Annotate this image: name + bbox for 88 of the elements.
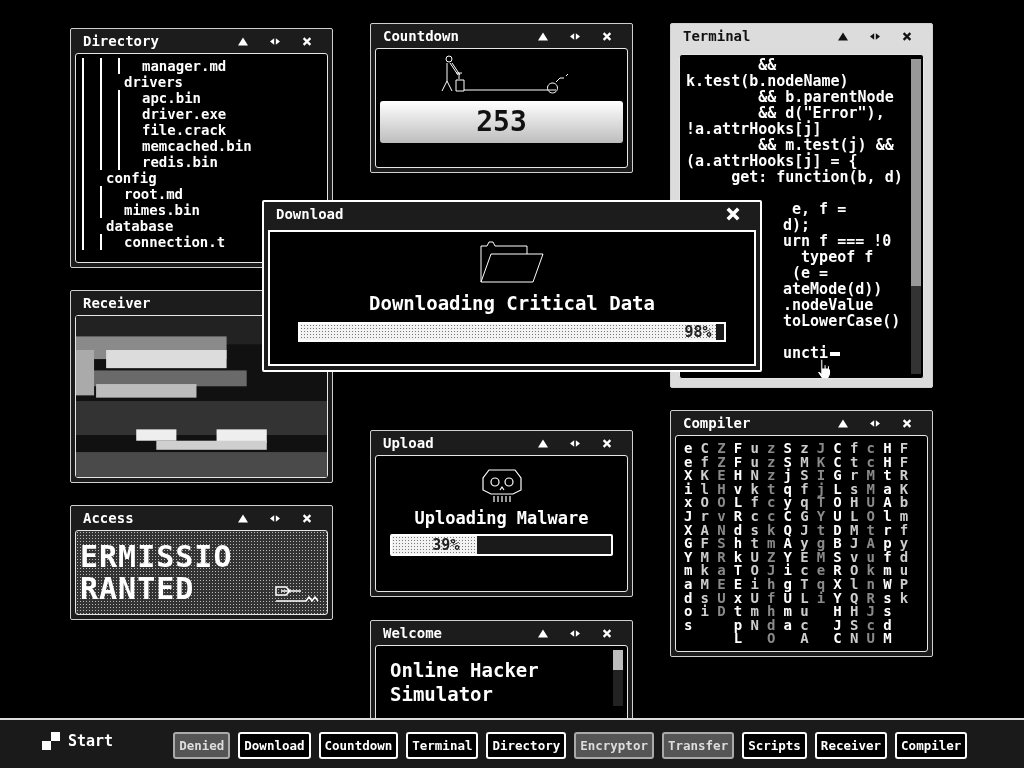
code-line: !a.attrHooks[j] [686, 120, 822, 138]
window-title: Welcome [383, 625, 442, 641]
window-title: Countdown [383, 28, 459, 44]
minimize-icon[interactable] [538, 438, 548, 448]
code-line: (e = [791, 264, 829, 282]
access-banner-text: RANTED [80, 572, 195, 605]
resize-icon[interactable] [570, 628, 580, 638]
scrollbar[interactable] [911, 59, 921, 374]
tree-item[interactable]: memcached.bin [136, 138, 252, 154]
minimize-icon[interactable] [538, 628, 548, 638]
character-column: CfKlOrAFMkMsi [700, 442, 710, 619]
character-column: SSjqyCQAYigUma [783, 442, 793, 633]
resize-icon[interactable] [870, 31, 880, 41]
text-cursor [830, 351, 841, 356]
taskbar-button[interactable]: Download [238, 731, 311, 759]
character-column: ZZEHOvNSRaEUD [717, 442, 727, 619]
character-column: ftrsHLMJvOlQHSN [849, 442, 859, 646]
taskbar-button[interactable]: Countdown [318, 731, 399, 759]
window-title: Directory [83, 33, 159, 49]
tree-item[interactable]: mimes.bin [118, 202, 200, 218]
countdown-display: 253 [380, 101, 623, 143]
character-column: CCGLOUDBSRXYHJC [833, 442, 843, 646]
code-line: typeof f [800, 248, 874, 266]
folder-icon [477, 238, 547, 284]
scrollbar[interactable] [613, 650, 623, 706]
taskbar-button[interactable]: Compiler [895, 731, 968, 759]
access-banner-text: ERMISSIO [80, 540, 233, 573]
tree-item[interactable]: file.crack [136, 122, 227, 138]
code-line: && b.parentNode [758, 88, 894, 106]
tree-item[interactable]: root.md [118, 186, 183, 202]
tree-item[interactable]: manager.md [136, 58, 227, 74]
code-line: d); [783, 216, 811, 234]
window-title: Receiver [83, 295, 151, 311]
code-line: && [757, 56, 777, 74]
taskbar-button[interactable]: Directory [486, 731, 567, 759]
character-column: ccMMUOtAuknRJcU [866, 442, 876, 646]
taskbar-button[interactable]: Denied [173, 731, 231, 759]
code-line: .nodeValue [783, 296, 874, 314]
taskbar-button[interactable]: Scripts [742, 731, 807, 759]
character-column: zMSfqGJyEcTLucA [800, 442, 810, 646]
code-line: toLowerCase() [783, 312, 901, 330]
code-line: e, f = [791, 200, 847, 218]
character-column: uuNkfcstUOiUmN [750, 442, 760, 633]
window-title: Compiler [683, 415, 751, 431]
typed-code-text: uncti [783, 344, 829, 362]
tree-item[interactable]: apc.bin [136, 90, 201, 106]
start-button[interactable]: Start [38, 730, 118, 752]
status-message: Uploading Malware [414, 508, 589, 528]
character-column: zzztcckmZJhfhdO [766, 442, 776, 646]
status-message: Downloading Critical Data [369, 292, 655, 314]
minimize-icon[interactable] [538, 31, 548, 41]
tree-item[interactable]: connection.t [118, 234, 226, 250]
character-column: JKIjTYtgMeqi [816, 442, 826, 606]
tree-item[interactable]: database [100, 218, 174, 234]
window-title: Access [83, 510, 134, 526]
taskbar-button[interactable]: Transfer [661, 731, 735, 759]
resize-icon[interactable] [270, 36, 280, 46]
close-icon[interactable] [902, 31, 912, 41]
resize-icon[interactable] [270, 513, 280, 523]
window-title: Download [276, 206, 344, 222]
taskbar-button[interactable]: Encryptor [574, 731, 654, 759]
code-line: ateMode(d)) [783, 280, 883, 298]
checker-icon [42, 732, 60, 750]
tree-item[interactable]: drivers [118, 74, 183, 90]
taskbar-button[interactable]: Receiver [814, 731, 888, 759]
window-title: Upload [383, 435, 434, 451]
progress-reading: 39% [432, 536, 461, 554]
resize-icon[interactable] [570, 438, 580, 448]
character-column: eeXixJXGYmados [684, 442, 693, 633]
code-line: urn f === !0 [783, 232, 892, 250]
resize-icon[interactable] [870, 418, 880, 428]
tree-item[interactable]: config [100, 170, 157, 186]
character-column: FFRKbmfyduPk [899, 442, 909, 606]
minimize-icon[interactable] [238, 513, 248, 523]
code-line: && d("Error"), [758, 104, 885, 122]
welcome-heading: Online Hacker Simulator [390, 658, 540, 707]
code-line: k.test(b.nodeName) [686, 72, 849, 90]
character-column: FFHvLRdhkTExtpL [733, 442, 743, 646]
resize-icon[interactable] [570, 31, 580, 41]
tree-item[interactable]: driver.exe [136, 106, 227, 122]
minimize-icon[interactable] [238, 36, 248, 46]
character-column: HHtaAlrpfmWssdM [883, 442, 893, 646]
minimize-icon[interactable] [838, 31, 848, 41]
tree-item[interactable]: redis.bin [136, 154, 218, 170]
minimize-icon[interactable] [838, 418, 848, 428]
progress-reading: 98% [684, 324, 713, 340]
taskbar-button[interactable]: Terminal [406, 731, 479, 759]
window-title: Terminal [683, 28, 751, 44]
